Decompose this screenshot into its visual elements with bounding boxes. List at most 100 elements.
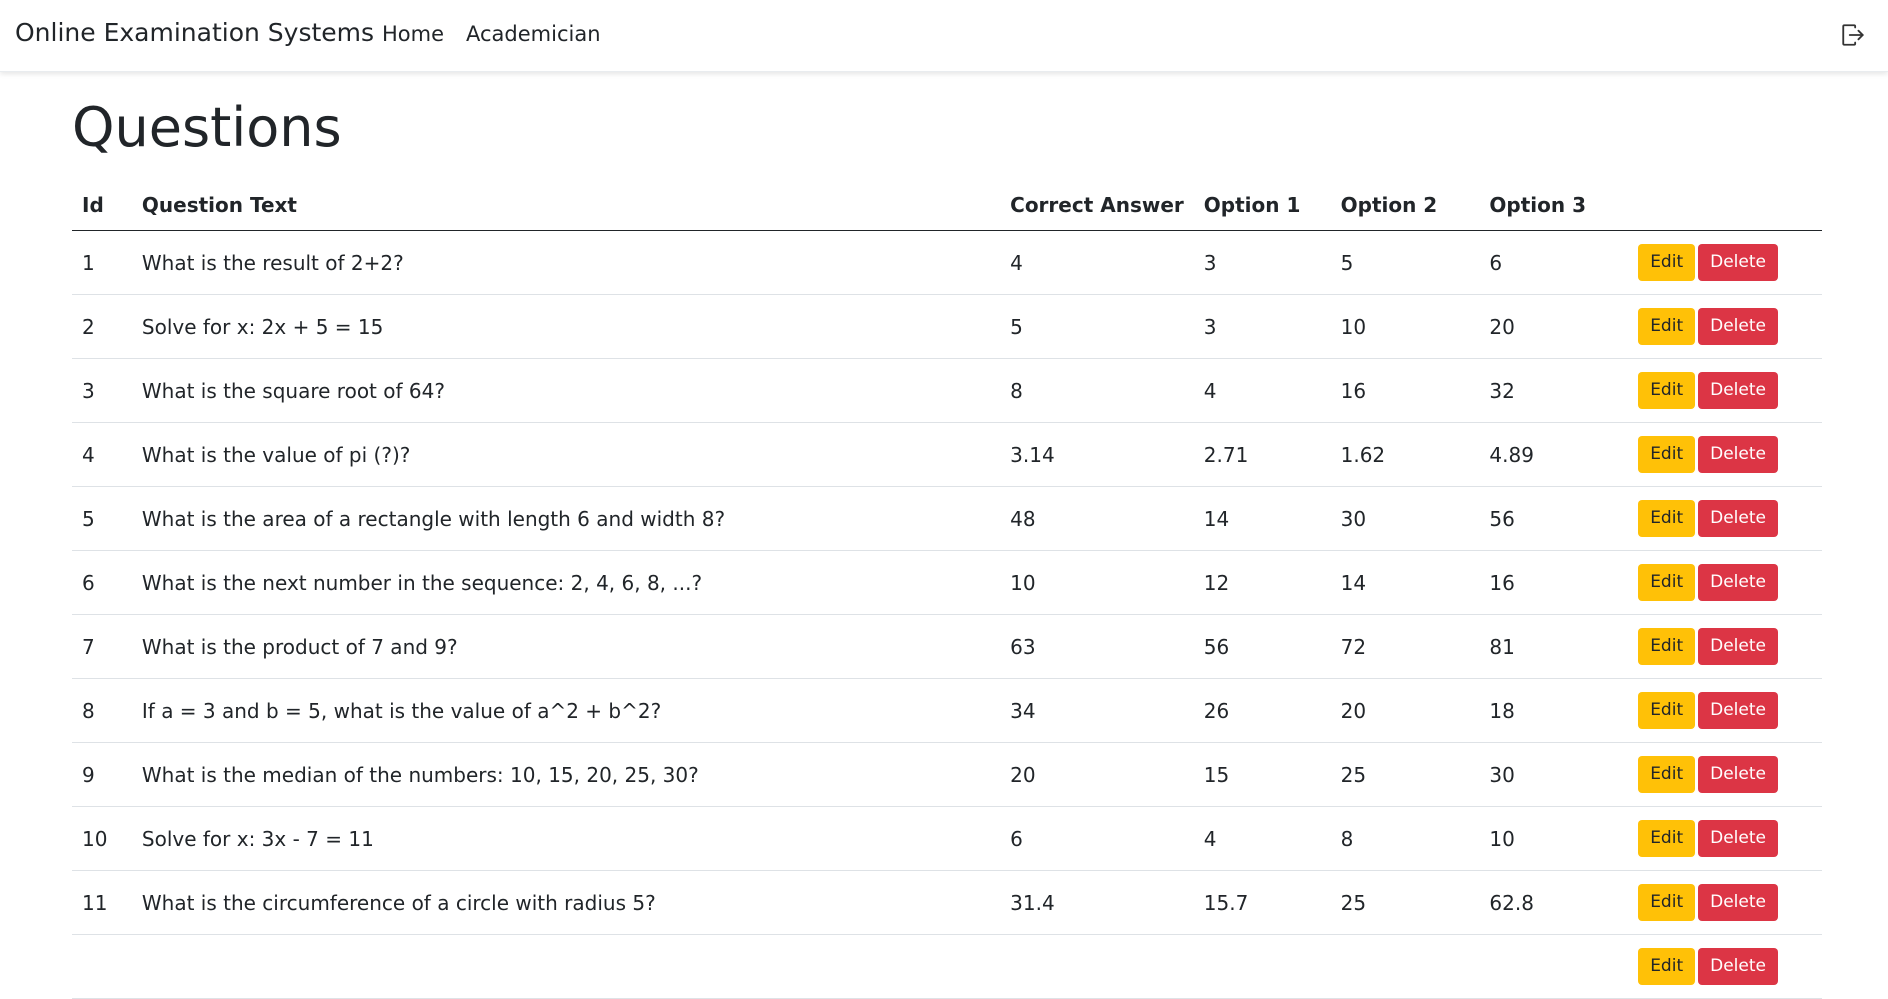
cell-option-3 — [1479, 934, 1629, 999]
cell-actions: Edit Delete — [1628, 550, 1822, 616]
edit-button[interactable]: Edit — [1638, 884, 1696, 922]
cell-option-1: 2.71 — [1193, 422, 1331, 488]
delete-button[interactable]: Delete — [1698, 244, 1778, 282]
cell-option-1 — [1193, 934, 1331, 999]
delete-button[interactable]: Delete — [1698, 436, 1778, 474]
edit-button[interactable]: Edit — [1638, 628, 1696, 666]
cell-option-1: 15 — [1193, 742, 1331, 808]
cell-option-3: 6 — [1479, 230, 1629, 296]
edit-button[interactable]: Edit — [1638, 244, 1696, 282]
delete-button[interactable]: Delete — [1698, 500, 1778, 538]
cell-option-2: 20 — [1330, 678, 1480, 744]
nav-link-home[interactable]: Home — [382, 22, 444, 46]
edit-button[interactable]: Edit — [1638, 308, 1696, 346]
table-row: 6 What is the next number in the sequence… — [72, 550, 1822, 616]
cell-actions: Edit Delete — [1628, 742, 1822, 808]
table-row: 4 What is the value of pi (?)? 3.14 2.71 1.6… — [72, 422, 1822, 488]
cell-question-text — [131, 934, 1001, 999]
header-option-1: Option 1 — [1193, 178, 1331, 232]
cell-question-text: What is the area of a rectangle with len… — [131, 486, 1001, 552]
cell-actions: Edit Delete — [1628, 614, 1822, 680]
cell-option-3: 81 — [1479, 614, 1629, 680]
cell-option-3: 32 — [1479, 358, 1629, 424]
logout-icon[interactable] — [1840, 22, 1866, 48]
questions-table: Id Question Text Correct Answer Option 1… — [72, 178, 1822, 999]
cell-actions: Edit Delete — [1628, 934, 1822, 999]
cell-actions: Edit Delete — [1628, 294, 1822, 360]
delete-button[interactable]: Delete — [1698, 628, 1778, 666]
cell-option-3: 56 — [1479, 486, 1629, 552]
cell-option-2: 72 — [1330, 614, 1480, 680]
cell-option-3: 20 — [1479, 294, 1629, 360]
cell-question-text: Solve for x: 3x - 7 = 11 — [131, 806, 1001, 872]
cell-option-3: 4.89 — [1479, 422, 1629, 488]
cell-option-2: 14 — [1330, 550, 1480, 616]
table-row: Edit Delete — [72, 934, 1822, 999]
cell-option-3: 62.8 — [1479, 870, 1629, 936]
cell-actions: Edit Delete — [1628, 422, 1822, 488]
cell-correct-answer: 4 — [1000, 230, 1194, 296]
cell-correct-answer: 20 — [1000, 742, 1194, 808]
table-row: 2 Solve for x: 2x + 5 = 15 5 3 10 20 Edit Delet… — [72, 294, 1822, 360]
table-row: 9 What is the median of the numbers: 10, … — [72, 742, 1822, 808]
cell-option-2: 10 — [1330, 294, 1480, 360]
navbar: Online Examination Systems Home Academic… — [0, 0, 1888, 72]
edit-button[interactable]: Edit — [1638, 372, 1696, 410]
cell-option-2: 30 — [1330, 486, 1480, 552]
cell-actions: Edit Delete — [1628, 358, 1822, 424]
cell-id: 4 — [72, 422, 132, 488]
cell-option-2: 25 — [1330, 870, 1480, 936]
delete-button[interactable]: Delete — [1698, 372, 1778, 410]
cell-question-text: What is the median of the numbers: 10, 1… — [131, 742, 1001, 808]
delete-button[interactable]: Delete — [1698, 756, 1778, 794]
edit-button[interactable]: Edit — [1638, 564, 1696, 602]
delete-button[interactable]: Delete — [1698, 884, 1778, 922]
cell-option-3: 10 — [1479, 806, 1629, 872]
cell-correct-answer: 3.14 — [1000, 422, 1194, 488]
cell-id: 3 — [72, 358, 132, 424]
cell-option-1: 26 — [1193, 678, 1331, 744]
cell-question-text: What is the value of pi (?)? — [131, 422, 1001, 488]
edit-button[interactable]: Edit — [1638, 692, 1696, 730]
cell-question-text: What is the next number in the sequence:… — [131, 550, 1001, 616]
delete-button[interactable]: Delete — [1698, 820, 1778, 858]
header-actions — [1628, 178, 1822, 232]
cell-option-2: 8 — [1330, 806, 1480, 872]
cell-actions: Edit Delete — [1628, 230, 1822, 296]
page-title: Questions — [72, 96, 342, 159]
cell-option-3: 18 — [1479, 678, 1629, 744]
delete-button[interactable]: Delete — [1698, 308, 1778, 346]
header-correct-answer: Correct Answer — [1000, 178, 1194, 232]
edit-button[interactable]: Edit — [1638, 436, 1696, 474]
cell-correct-answer: 6 — [1000, 806, 1194, 872]
cell-option-1: 3 — [1193, 230, 1331, 296]
cell-correct-answer: 8 — [1000, 358, 1194, 424]
edit-button[interactable]: Edit — [1638, 948, 1696, 986]
cell-id: 1 — [72, 230, 132, 296]
table-row: 8 If a = 3 and b = 5, what is the value o… — [72, 678, 1822, 744]
cell-correct-answer: 10 — [1000, 550, 1194, 616]
cell-option-2: 1.62 — [1330, 422, 1480, 488]
cell-option-1: 12 — [1193, 550, 1331, 616]
table-body: 1 What is the result of 2+2? 4 3 5 6 Edit Delet… — [72, 230, 1822, 999]
cell-question-text: What is the circumference of a circle wi… — [131, 870, 1001, 936]
cell-question-text: What is the result of 2+2? — [131, 230, 1001, 296]
cell-actions: Edit Delete — [1628, 678, 1822, 744]
edit-button[interactable]: Edit — [1638, 756, 1696, 794]
edit-button[interactable]: Edit — [1638, 820, 1696, 858]
table-row: 1 What is the result of 2+2? 4 3 5 6 Edit Delet… — [72, 230, 1822, 296]
cell-id: 5 — [72, 486, 132, 552]
cell-option-3: 30 — [1479, 742, 1629, 808]
nav-link-academician[interactable]: Academician — [466, 22, 601, 46]
delete-button[interactable]: Delete — [1698, 692, 1778, 730]
cell-option-1: 15.7 — [1193, 870, 1331, 936]
delete-button[interactable]: Delete — [1698, 564, 1778, 602]
cell-option-1: 3 — [1193, 294, 1331, 360]
cell-correct-answer: 34 — [1000, 678, 1194, 744]
edit-button[interactable]: Edit — [1638, 500, 1696, 538]
table-row: 5 What is the area of a rectangle with le… — [72, 486, 1822, 552]
brand-link[interactable]: Online Examination Systems — [15, 18, 374, 47]
delete-button[interactable]: Delete — [1698, 948, 1778, 986]
cell-id: 8 — [72, 678, 132, 744]
cell-id: 7 — [72, 614, 132, 680]
